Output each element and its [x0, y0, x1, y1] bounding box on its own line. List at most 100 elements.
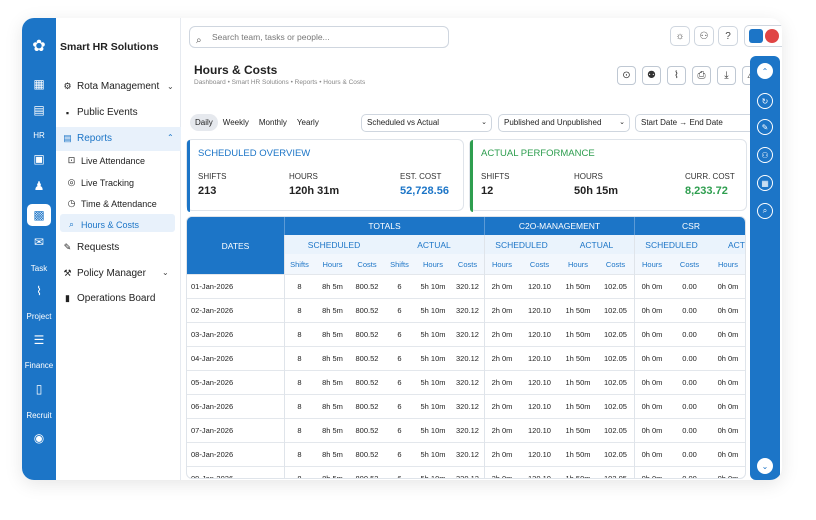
value-cell: 102.05 — [604, 474, 627, 479]
top-bar: ⌕ Search team, tasks or people... ☼ ⚇ ? … — [187, 24, 782, 52]
table-row[interactable]: 06-Jan-2026 8 8h 5m 800.52 6 5h 10m 320.12 2h 0… — [187, 394, 745, 418]
print-icon[interactable]: ⎙ — [692, 66, 711, 85]
sidebar-item-live-attendance[interactable]: ⊡ Live Attendance — [66, 155, 145, 166]
status-select[interactable]: Published and Unpublished ⌄ — [498, 114, 630, 132]
value-cell: 8 — [297, 378, 302, 387]
col-hours[interactable]: Hours — [709, 254, 745, 274]
sidebar-item-time-attendance[interactable]: ◷ Time & Attendance — [66, 198, 157, 209]
sidebar-item-policy-manager[interactable]: ⚒ Policy Manager — [62, 268, 146, 279]
clipboard-icon[interactable]: ▣ — [31, 151, 47, 167]
table-row[interactable]: 05-Jan-2026 8 8h 5m 800.52 6 5h 10m 320.12 2h 0… — [187, 370, 745, 394]
team-icon[interactable]: ♟ — [31, 178, 47, 194]
dates-column-header[interactable]: DATES — [187, 217, 284, 274]
value-cell: 2h 0m — [491, 450, 513, 459]
left-rail: ✿ ▦ ▤ HR ▣ ♟ ▩ ✉ Task ⌇ Project ☰ Financ… — [22, 18, 56, 480]
sidebar-item-public-events[interactable]: ▪ Public Events — [62, 107, 138, 118]
col-costs[interactable]: Costs — [670, 254, 709, 274]
value-cell: 0h 0m — [717, 378, 739, 387]
download-icon[interactable]: ⤓ — [717, 66, 736, 85]
table-row[interactable]: 02-Jan-2026 8 8h 5m 800.52 6 5h 10m 320.12 2h 0… — [187, 298, 745, 322]
rail-label-finance[interactable]: Finance — [22, 361, 56, 370]
period-daily[interactable]: Daily — [190, 114, 218, 131]
chart-icon[interactable]: ⌇ — [667, 66, 686, 85]
rail-label-recruit[interactable]: Recruit — [22, 411, 56, 420]
add-user-icon[interactable]: ⚇ — [694, 26, 714, 46]
compare-select[interactable]: Scheduled vs Actual ⌄ — [361, 114, 492, 132]
id-card-icon[interactable]: ▩ — [31, 207, 47, 223]
col-costs[interactable]: Costs — [597, 254, 634, 274]
chart-icon[interactable]: ⌇ — [31, 283, 47, 299]
value-cell: 8 — [297, 282, 302, 291]
value-cell: 320.12 — [456, 402, 479, 411]
database-icon[interactable]: ◉ — [31, 430, 47, 446]
refresh-icon[interactable]: ↻ — [757, 93, 773, 109]
value-cell: 102.05 — [604, 450, 627, 459]
value-cell: 8h 5m — [322, 402, 343, 411]
dashboard-icon[interactable]: ▦ — [31, 76, 47, 92]
col-costs[interactable]: Costs — [350, 254, 384, 274]
sidebar-item-reports[interactable]: ▤ Reports — [62, 133, 112, 144]
col-hours[interactable]: Hours — [634, 254, 670, 274]
document-icon[interactable]: ▯ — [31, 381, 47, 397]
notification-icon[interactable]: ☼ — [670, 26, 690, 46]
shifts-value: 12 — [481, 185, 494, 197]
subheader-totals-actual: ACTUAL — [384, 235, 484, 254]
date-cell: 06-Jan-2026 — [191, 402, 234, 411]
table-row[interactable]: 01-Jan-2026 8 8h 5m 800.52 6 5h 10m 320.12 2h 0… — [187, 274, 745, 298]
sidebar-item-hours-costs[interactable]: ⌕ Hours & Costs — [66, 219, 139, 230]
period-yearly[interactable]: Yearly — [292, 114, 324, 131]
chevron-up-icon[interactable]: ⌃ — [167, 133, 174, 142]
chat-icon[interactable]: ✉ — [31, 234, 47, 250]
value-cell: 800.52 — [355, 450, 379, 459]
value-cell: 6 — [397, 426, 402, 435]
location-icon[interactable]: ⊙ — [617, 66, 636, 85]
rail-label-project[interactable]: Project — [22, 312, 56, 321]
table-row[interactable]: 04-Jan-2026 8 8h 5m 800.52 6 5h 10m 320.12 2h 0… — [187, 346, 745, 370]
value-cell: 1h 50m — [565, 354, 591, 363]
user-menu[interactable]: ⌄ — [744, 25, 782, 47]
value-cell: 8 — [297, 474, 302, 479]
col-costs[interactable]: Costs — [451, 254, 484, 274]
col-hours[interactable]: Hours — [315, 254, 350, 274]
search-input[interactable]: ⌕ Search team, tasks or people... — [189, 26, 449, 48]
sidebar-item-live-tracking[interactable]: ◎ Live Tracking — [66, 177, 134, 188]
chevron-down-icon[interactable]: ⌄ — [167, 82, 174, 91]
value-cell: 0h 0m — [717, 330, 739, 339]
sidebar-item-label: Policy Manager — [77, 268, 146, 279]
breadcrumb[interactable]: Dashboard • Smart HR Solutions • Reports… — [194, 79, 365, 86]
value-cell: 2h 0m — [491, 282, 513, 291]
col-shifts[interactable]: Shifts — [284, 254, 315, 274]
value-cell: 102.05 — [604, 282, 627, 291]
col-hours[interactable]: Hours — [415, 254, 451, 274]
group-icon[interactable]: ⚉ — [642, 66, 661, 85]
col-hours[interactable]: Hours — [484, 254, 520, 274]
chevron-down-icon[interactable]: ⌄ — [757, 458, 773, 474]
date-range-input[interactable]: Start Date → End Date ▭ — [635, 114, 767, 132]
value-cell: 0h 0m — [717, 450, 739, 459]
col-hours[interactable]: Hours — [559, 254, 597, 274]
chevron-up-icon[interactable]: ⌃ — [757, 63, 773, 79]
team-icon[interactable]: ⚇ — [757, 147, 773, 163]
column-divider — [634, 235, 635, 478]
value-cell: 1h 50m — [565, 330, 591, 339]
value-cell: 102.05 — [604, 378, 627, 387]
table-row[interactable]: 07-Jan-2026 8 8h 5m 800.52 6 5h 10m 320.12 2h 0… — [187, 418, 745, 442]
table-row[interactable]: 08-Jan-2026 8 8h 5m 800.52 6 5h 10m 320.12 2h 0… — [187, 442, 745, 466]
grid-icon[interactable]: ▦ — [757, 175, 773, 191]
col-costs[interactable]: Costs — [520, 254, 559, 274]
sidebar-item-rota-management[interactable]: ⚙ Rota Management — [62, 81, 159, 92]
col-shifts[interactable]: Shifts — [384, 254, 415, 274]
help-icon[interactable]: ? — [718, 26, 738, 46]
period-monthly[interactable]: Monthly — [254, 114, 292, 131]
sidebar-item-requests[interactable]: ✎ Requests — [62, 242, 120, 253]
period-weekly[interactable]: Weekly — [218, 114, 254, 131]
chevron-down-icon[interactable]: ⌄ — [162, 268, 169, 277]
list-icon[interactable]: ☰ — [31, 332, 47, 348]
table-row[interactable]: 03-Jan-2026 8 8h 5m 800.52 6 5h 10m 320.12 2h 0… — [187, 322, 745, 346]
edit-icon[interactable]: ✎ — [757, 119, 773, 135]
rail-label-task[interactable]: Task — [22, 264, 56, 273]
table-row[interactable]: 09-Jan-2026 8 8h 5m 800.52 6 5h 10m 320.12 2h 0… — [187, 466, 745, 479]
calendar-icon[interactable]: ▤ — [31, 102, 47, 118]
search-user-icon[interactable]: ⌕ — [757, 203, 773, 219]
sidebar-item-operations-board[interactable]: ▮ Operations Board — [62, 293, 155, 304]
